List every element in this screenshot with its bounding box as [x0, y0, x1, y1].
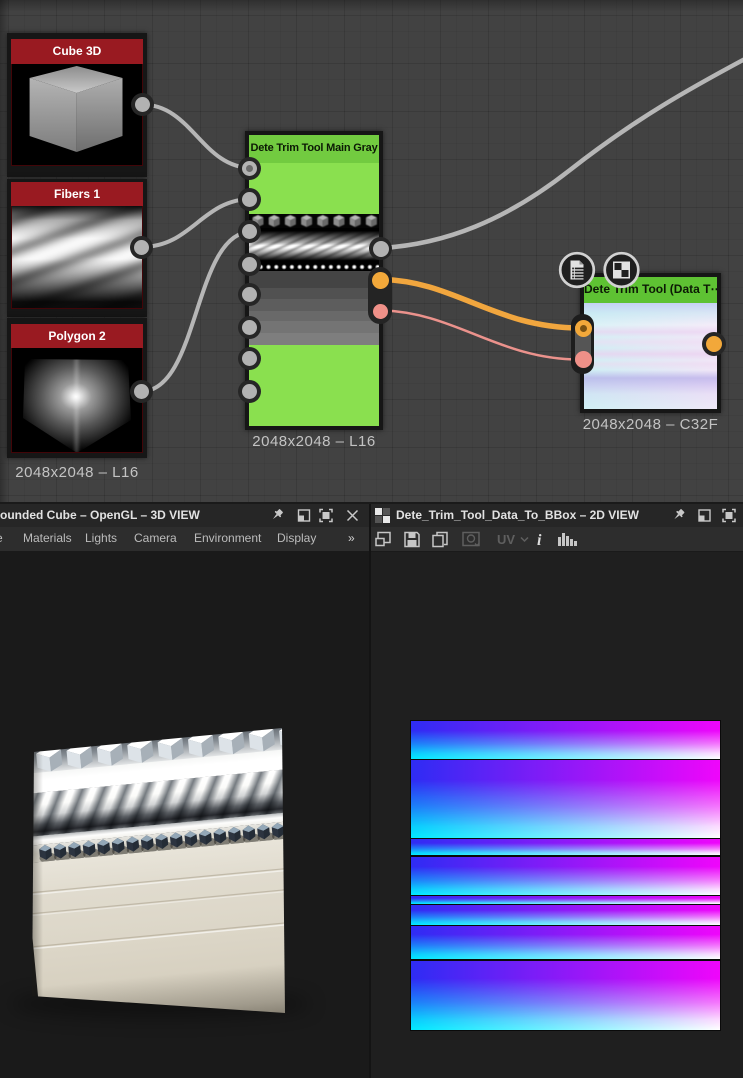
- svg-text:i: i: [537, 532, 542, 549]
- svg-text:UV: UV: [497, 532, 515, 547]
